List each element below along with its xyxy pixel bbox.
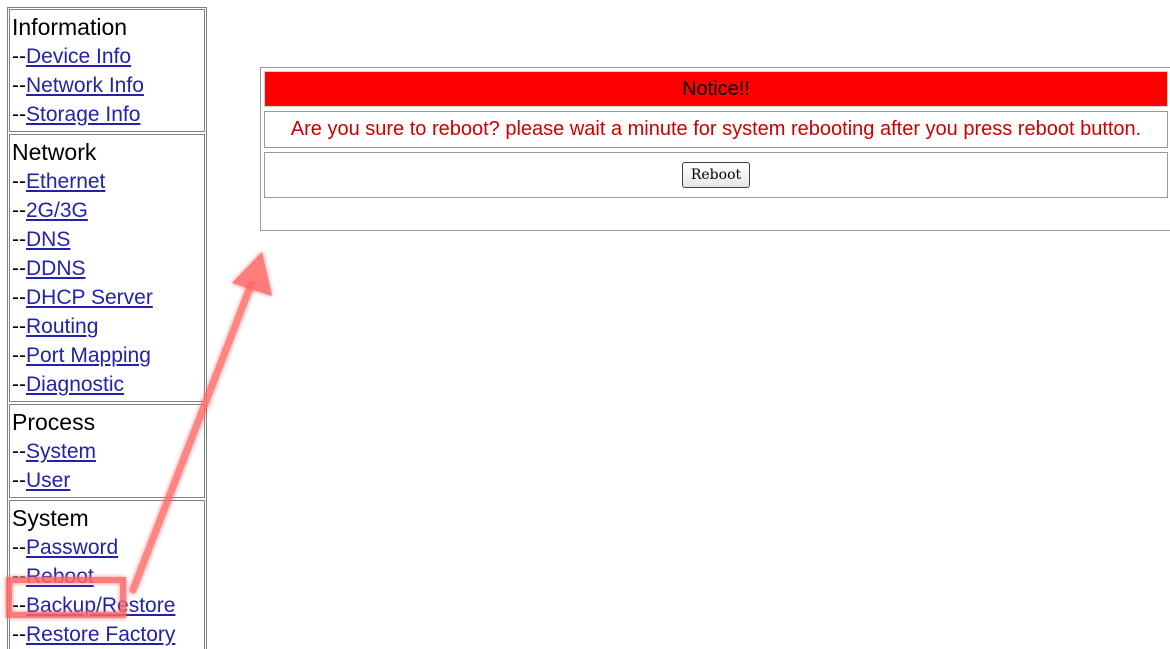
nav-row-backup-restore: --Backup/Restore [12,591,201,620]
nav-dash: -- [12,257,26,280]
nav-row-restore-factory: --Restore Factory [12,620,201,649]
nav-row-dhcp-server: --DHCP Server [12,283,201,312]
nav-dash: -- [12,594,26,617]
nav-link-dns[interactable]: DNS [26,228,70,251]
section-process: Process --System --User [9,404,205,498]
nav-row-network-info: --Network Info [12,71,201,100]
nav-row-port-mapping: --Port Mapping [12,341,201,370]
section-title-network: Network [12,139,97,165]
nav-row-dns: --DNS [12,225,201,254]
nav-dash: -- [12,228,26,251]
nav-row-storage-info: --Storage Info [12,100,201,129]
nav-row-diagnostic: --Diagnostic [12,370,201,399]
section-title-process: Process [12,409,96,435]
nav-link-ethernet[interactable]: Ethernet [26,170,105,193]
nav-dash: -- [12,45,26,68]
nav-dash: -- [12,103,26,126]
notice-header: Notice!! [264,71,1168,107]
nav-dash: -- [12,74,26,97]
nav-link-storage-info[interactable]: Storage Info [26,103,140,126]
nav-dash: -- [12,469,26,492]
nav-link-reboot[interactable]: Reboot [26,565,94,588]
sidebar-nav: Information --Device Info --Network Info… [7,7,207,649]
nav-link-ddns[interactable]: DDNS [26,257,86,280]
nav-link-restore-factory[interactable]: Restore Factory [26,623,175,646]
nav-dash: -- [12,344,26,367]
nav-dash: -- [12,170,26,193]
nav-link-user[interactable]: User [26,469,70,492]
nav-link-diagnostic[interactable]: Diagnostic [26,373,124,396]
nav-link-password[interactable]: Password [26,536,118,559]
nav-row-ethernet: --Ethernet [12,167,201,196]
nav-link-device-info[interactable]: Device Info [26,45,131,68]
nav-row-user: --User [12,466,201,495]
nav-row-device-info: --Device Info [12,42,201,71]
section-network: Network --Ethernet --2G/3G --DNS --DDNS … [9,134,205,402]
section-title-system: System [12,505,89,531]
nav-link-2g3g[interactable]: 2G/3G [26,199,88,222]
nav-dash: -- [12,440,26,463]
nav-dash: -- [12,315,26,338]
nav-row-routing: --Routing [12,312,201,341]
nav-row-reboot: --Reboot [12,562,201,591]
nav-row-system: --System [12,437,201,466]
reboot-button[interactable]: Reboot [681,162,751,188]
nav-link-backup-restore[interactable]: Backup/Restore [26,594,175,617]
nav-dash: -- [12,199,26,222]
nav-dash: -- [12,286,26,309]
page: Information --Device Info --Network Info… [0,0,1170,649]
nav-dash: -- [12,623,26,646]
nav-link-routing[interactable]: Routing [26,315,98,338]
section-title-information: Information [12,14,128,40]
notice-message: Are you sure to reboot? please wait a mi… [264,111,1168,148]
nav-dash: -- [12,565,26,588]
nav-dash: -- [12,373,26,396]
nav-link-dhcp-server[interactable]: DHCP Server [26,286,153,309]
nav-link-network-info[interactable]: Network Info [26,74,144,97]
annotation-arrow-head [232,252,272,296]
section-system: System --Password --Reboot --Backup/Rest… [9,500,205,649]
nav-row-password: --Password [12,533,201,562]
notice-panel: Notice!! Are you sure to reboot? please … [260,67,1170,231]
nav-row-ddns: --DDNS [12,254,201,283]
nav-dash: -- [12,536,26,559]
nav-row-2g3g: --2G/3G [12,196,201,225]
notice-actions: Reboot [264,152,1168,198]
section-information: Information --Device Info --Network Info… [9,9,205,132]
nav-link-port-mapping[interactable]: Port Mapping [26,344,151,367]
nav-link-system[interactable]: System [26,440,96,463]
